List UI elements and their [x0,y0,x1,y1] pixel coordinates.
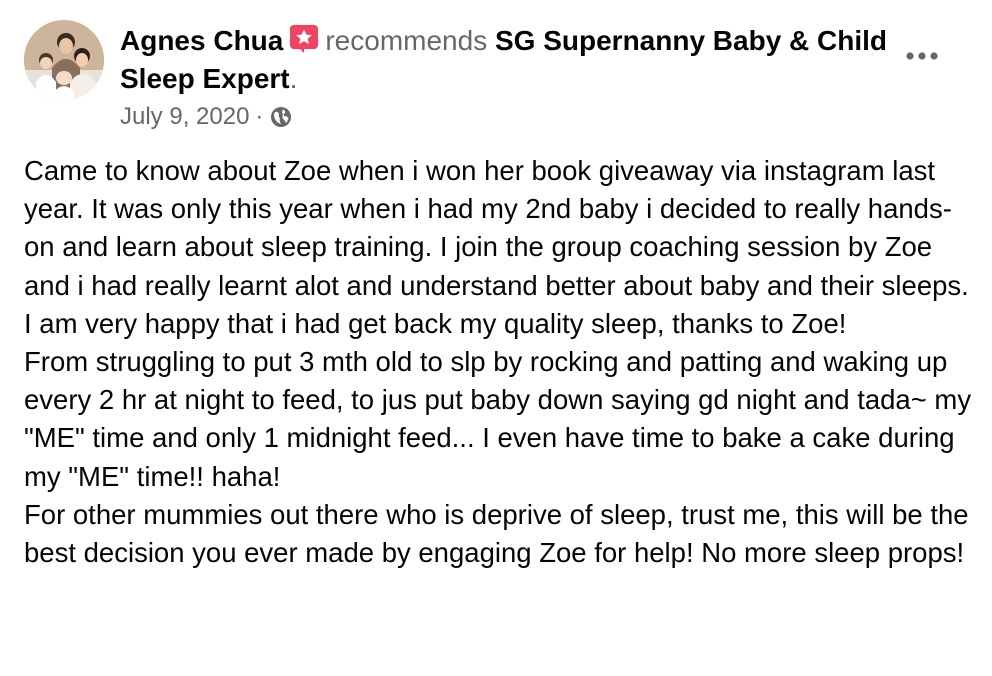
post-header: Agnes Chua recommends SG Supernanny Baby … [120,22,890,98]
post-body: Came to know about Zoe when i won her bo… [24,152,974,572]
recommendation-post: Agnes Chua recommends SG Supernanny Baby … [0,0,992,676]
recommends-text: recommends [325,25,488,56]
meta-separator: · [255,103,264,130]
more-options-icon [906,52,938,60]
family-photo-icon [24,20,104,100]
post-paragraph-2: From struggling to put 3 mth old to slp … [24,346,972,492]
more-options-button[interactable] [900,38,944,74]
post-meta: July 9, 2020 · [120,100,293,134]
author-avatar[interactable] [24,20,104,100]
post-paragraph-1: Came to know about Zoe when i won her bo… [24,155,969,339]
globe-icon[interactable] [269,105,293,129]
author-name[interactable]: Agnes Chua [120,25,283,56]
recommend-star-icon [289,24,319,54]
header-period: . [289,63,298,94]
post-paragraph-3: For other mummies out there who is depri… [24,498,969,569]
post-date[interactable]: July 9, 2020 [120,100,249,134]
